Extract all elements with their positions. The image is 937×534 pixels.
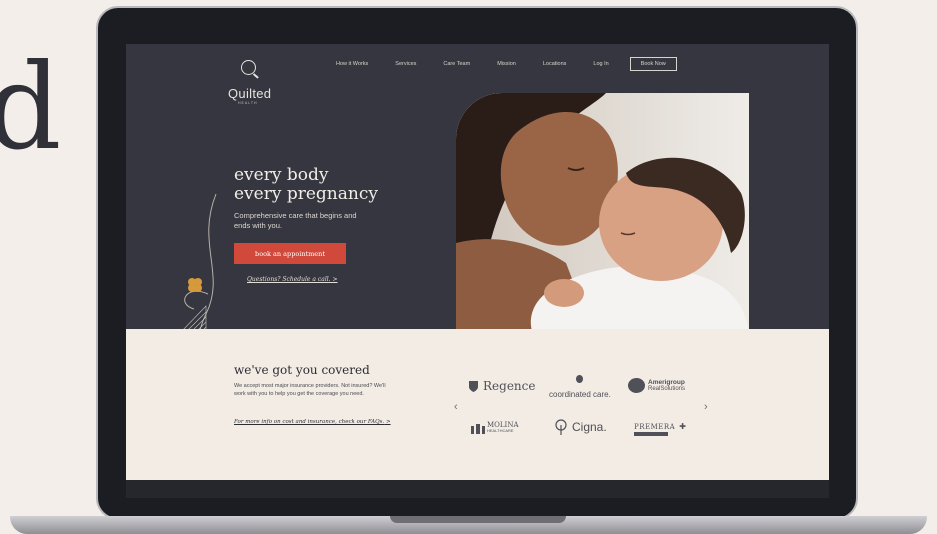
premera-cross-icon: ✚ xyxy=(679,422,686,431)
coverage-text: We accept most major insurance providers… xyxy=(234,383,386,397)
hero-title: every body every pregnancy xyxy=(234,166,378,204)
amerigroup-text: Amerigroup xyxy=(648,378,685,386)
insurance-section: we've got you covered We accept most maj… xyxy=(126,329,829,480)
nav-locations[interactable]: Locations xyxy=(543,61,567,67)
nav-how-it-works[interactable]: How it Works xyxy=(336,61,368,67)
molina-healthcare-text: HEALTHCARE xyxy=(487,428,514,433)
faq-link-text: For more info on cost and insurance, che… xyxy=(234,419,385,425)
nav-services[interactable]: Services xyxy=(395,61,416,67)
book-now-button[interactable]: Book Now xyxy=(629,57,677,71)
cigna-text: Cigna. xyxy=(572,420,607,434)
quilted-logo-icon[interactable] xyxy=(241,60,256,75)
laptop-notch xyxy=(390,516,566,523)
coordinated-care-text: coordinated care. xyxy=(549,390,611,399)
mother-baby-illustration xyxy=(456,93,749,341)
molina-people-icon xyxy=(471,424,485,434)
amerigroup-logo: Amerigroup RealSolutions xyxy=(628,378,685,393)
coordinated-care-logo: coordinated care. xyxy=(549,375,611,402)
hero-title-line-1: every body xyxy=(234,165,329,185)
premera-text: PREMERA xyxy=(634,422,676,431)
cigna-logo: Cigna. xyxy=(553,419,607,435)
chevron-right-icon: > xyxy=(332,276,338,283)
book-appointment-button[interactable]: book an appointment xyxy=(234,243,346,264)
faq-link[interactable]: For more info on cost and insurance, che… xyxy=(234,419,391,425)
schedule-call-link[interactable]: Questions? Schedule a call. > xyxy=(247,276,338,283)
premera-logo: PREMERA ✚ xyxy=(634,422,686,436)
regence-logo: Regence xyxy=(469,379,535,393)
carousel-next-arrow[interactable]: › xyxy=(704,401,708,413)
nav-mission[interactable]: Mission xyxy=(497,61,516,67)
nav-log-in[interactable]: Log In xyxy=(593,61,608,67)
chevron-right-icon: > xyxy=(385,419,391,425)
premera-band xyxy=(634,432,668,436)
nav-care-team[interactable]: Care Team xyxy=(443,61,470,67)
amerigroup-globe-icon xyxy=(628,378,645,393)
schedule-call-text: Questions? Schedule a call. xyxy=(247,276,331,283)
site-logo-sub: HEALTH xyxy=(238,101,258,105)
main-nav: How it Works Services Care Team Mission … xyxy=(336,57,704,71)
background-letter: d xyxy=(0,38,62,176)
website-screen: Quilted HEALTH How it Works Services Car… xyxy=(126,44,829,480)
molina-logo: MOLINA HEALTHCARE xyxy=(471,422,519,434)
coverage-title: we've got you covered xyxy=(234,363,370,377)
regence-text: Regence xyxy=(483,379,536,393)
site-logo-name[interactable]: Quilted xyxy=(228,86,271,101)
apple-icon xyxy=(576,375,584,383)
realsolutions-text: RealSolutions xyxy=(648,385,686,392)
hero-title-line-2: every pregnancy xyxy=(234,184,378,204)
hero-photo-mother-baby xyxy=(456,93,749,341)
hero-subtitle: Comprehensive care that begins and ends … xyxy=(234,211,357,230)
cigna-tree-icon xyxy=(555,419,567,435)
carousel-prev-arrow[interactable]: ‹ xyxy=(454,401,458,413)
regence-shield-icon xyxy=(469,380,478,392)
laptop-bezel xyxy=(126,480,829,498)
